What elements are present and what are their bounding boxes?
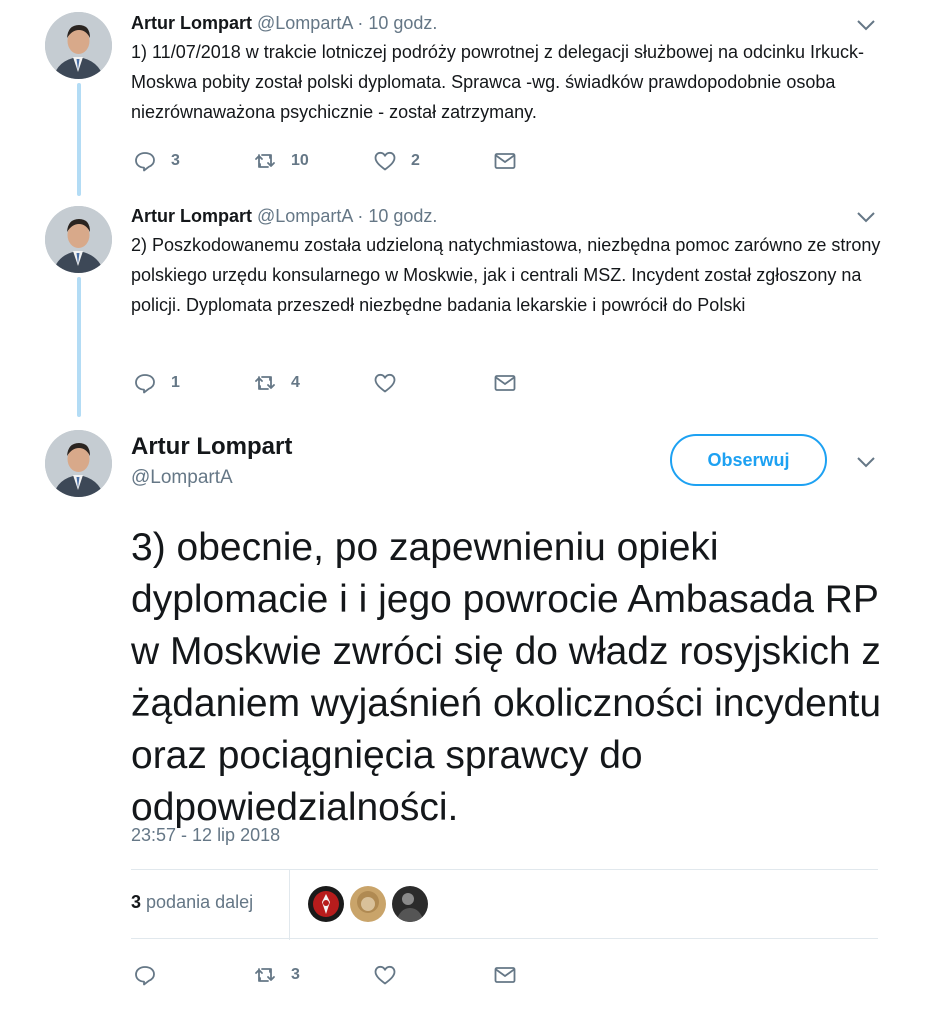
- avatar[interactable]: [45, 430, 112, 497]
- direct-message-button[interactable]: [493, 962, 517, 988]
- divider: [131, 938, 878, 939]
- avatar[interactable]: [45, 12, 112, 79]
- tweet-header: Artur Lompart @LompartA · 10 godz.: [131, 12, 437, 34]
- heart-icon: [373, 149, 397, 173]
- retweeter-avatar[interactable]: [392, 886, 428, 922]
- dot-separator: ·: [357, 13, 364, 33]
- author-name[interactable]: Artur Lompart: [131, 206, 252, 226]
- retweet-stat-count: 3: [131, 892, 142, 912]
- tweet-time[interactable]: 10 godz.: [368, 13, 437, 33]
- retweet-stat-label: podania dalej: [146, 892, 254, 912]
- tweet-text: 1) 11/07/2018 w trakcie lotniczej podróż…: [131, 42, 865, 122]
- tweet-text: 3) obecnie, po zapewnieniu opieki dyplom…: [131, 526, 882, 829]
- envelope-icon: [493, 371, 517, 395]
- retweet-count: 3: [291, 966, 300, 983]
- author-name[interactable]: Artur Lompart: [131, 433, 292, 461]
- thread-line-2: [77, 277, 81, 417]
- reply-icon: [133, 149, 157, 173]
- like-button[interactable]: 2: [373, 148, 420, 174]
- thread-line-1: [77, 83, 81, 196]
- tweet-time[interactable]: 10 godz.: [368, 206, 437, 226]
- reply-count: 1: [171, 374, 180, 391]
- reply-count: 3: [171, 152, 180, 169]
- divider: [131, 869, 878, 870]
- envelope-icon: [493, 149, 517, 173]
- heart-icon: [373, 963, 397, 987]
- reply-button[interactable]: 3: [133, 148, 180, 174]
- retweet-icon: [253, 963, 277, 987]
- author-handle[interactable]: @LompartA: [131, 467, 233, 489]
- retweeter-avatar[interactable]: [350, 886, 386, 922]
- like-button[interactable]: [373, 370, 411, 396]
- author-handle[interactable]: @LompartA: [257, 206, 352, 226]
- retweet-button[interactable]: 4: [253, 370, 300, 396]
- dot-separator: ·: [357, 206, 364, 226]
- like-button[interactable]: [373, 962, 411, 988]
- retweet-icon: [253, 149, 277, 173]
- author-name[interactable]: Artur Lompart: [131, 13, 252, 33]
- retweet-button[interactable]: 3: [253, 962, 300, 988]
- chevron-down-icon[interactable]: [855, 455, 877, 469]
- retweeter-avatar[interactable]: [308, 886, 344, 922]
- retweet-icon: [253, 371, 277, 395]
- retweet-button[interactable]: 10: [253, 148, 309, 174]
- author-handle[interactable]: @LompartA: [257, 13, 352, 33]
- follow-button[interactable]: Obserwuj: [670, 434, 827, 486]
- direct-message-button[interactable]: [493, 148, 517, 174]
- avatar[interactable]: [45, 206, 112, 273]
- retweet-stats[interactable]: 3 podania dalej: [131, 892, 253, 913]
- reply-icon: [133, 371, 157, 395]
- reply-button[interactable]: [133, 962, 171, 988]
- reply-icon: [133, 963, 157, 987]
- tweet-text: 2) Poszkodowanemu została udzieloną naty…: [131, 235, 881, 315]
- tweet-header: Artur Lompart @LompartA · 10 godz.: [131, 205, 437, 227]
- heart-icon: [373, 371, 397, 395]
- direct-message-button[interactable]: [493, 370, 517, 396]
- envelope-icon: [493, 963, 517, 987]
- like-count: 2: [411, 152, 420, 169]
- reply-button[interactable]: 1: [133, 370, 180, 396]
- chevron-down-icon[interactable]: [855, 210, 877, 224]
- retweet-count: 10: [291, 152, 309, 169]
- tweet-timestamp[interactable]: 23:57 - 12 lip 2018: [131, 825, 280, 846]
- chevron-down-icon[interactable]: [855, 18, 877, 32]
- retweet-count: 4: [291, 374, 300, 391]
- vertical-divider: [289, 870, 290, 940]
